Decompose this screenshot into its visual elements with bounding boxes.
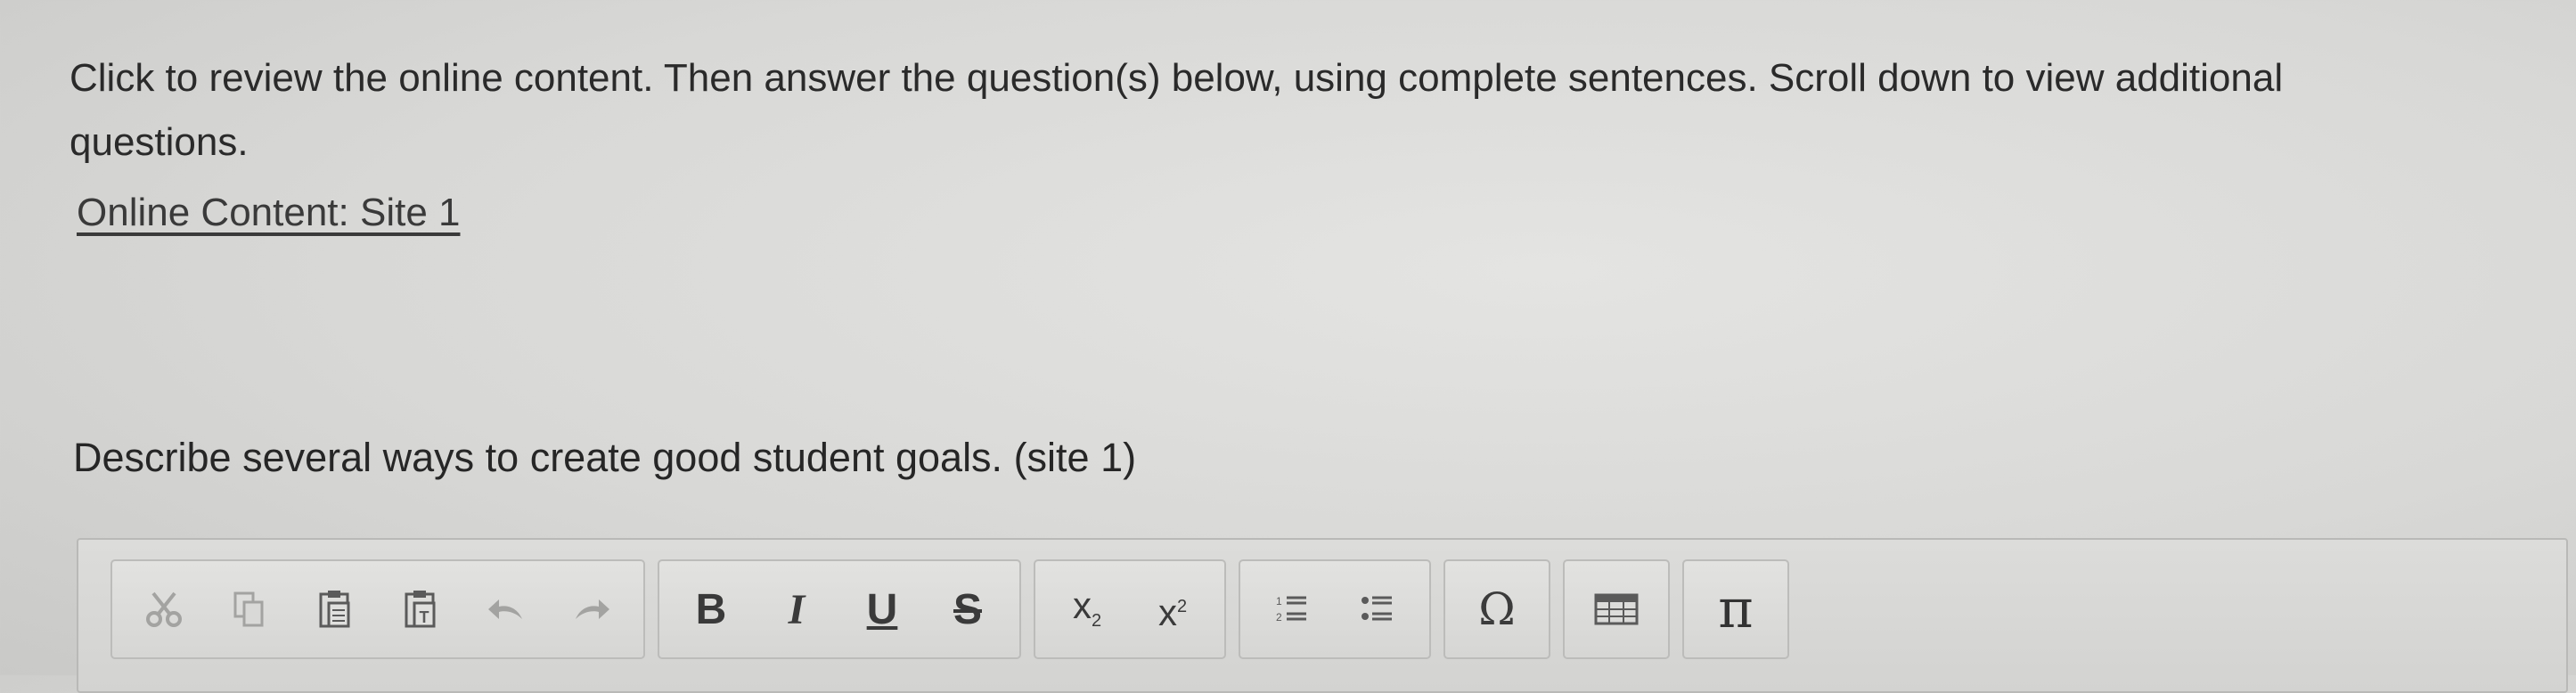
svg-text:2: 2: [1276, 611, 1282, 624]
special-char-group: Ω: [1443, 559, 1550, 659]
cut-button[interactable]: [121, 561, 207, 657]
underline-label: U: [866, 585, 898, 633]
list-group: 1 2: [1239, 559, 1431, 659]
undo-button[interactable]: [463, 561, 549, 657]
special-character-button[interactable]: Ω: [1454, 561, 1540, 657]
question-text: Describe several ways to create good stu…: [73, 435, 1137, 480]
math-group: π: [1682, 559, 1789, 659]
strikethrough-label: S: [953, 585, 982, 633]
rich-text-editor[interactable]: T B I U S x2 x2 1 2 Ω π: [77, 538, 2568, 693]
copy-button[interactable]: [207, 561, 292, 657]
paste-text-button[interactable]: T: [378, 561, 463, 657]
paste-text-icon: T: [405, 591, 436, 628]
insert-table-button[interactable]: [1574, 561, 1659, 657]
subscript-button[interactable]: x2: [1044, 561, 1130, 657]
online-content-link[interactable]: Online Content: Site 1: [77, 191, 460, 235]
svg-text:T: T: [420, 608, 429, 626]
superscript-icon: x2: [1157, 591, 1188, 633]
instructions-line-1: Click to review the online content. Then…: [70, 56, 2284, 100]
italic-label: I: [788, 585, 806, 633]
editor-toolbar: T B I U S x2 x2 1 2 Ω π: [110, 559, 1789, 659]
paste-icon: [319, 591, 350, 628]
redo-icon: [576, 599, 609, 619]
bold-button[interactable]: B: [668, 561, 754, 657]
omega-icon: Ω: [1478, 583, 1516, 635]
superscript-button[interactable]: x2: [1130, 561, 1215, 657]
pi-icon: π: [1718, 578, 1754, 640]
italic-button[interactable]: I: [754, 561, 839, 657]
numbered-list-icon: 1 2: [1276, 595, 1306, 624]
cut-icon: [146, 591, 182, 627]
bulleted-list-button[interactable]: [1335, 561, 1420, 657]
instructions-text: Click to review the online content. Then…: [70, 46, 2529, 175]
numbered-list-button[interactable]: 1 2: [1249, 561, 1335, 657]
table-icon: [1594, 593, 1639, 625]
instructions-line-2: questions.: [70, 120, 249, 164]
formatting-group: B I U S: [658, 559, 1021, 659]
subscript-icon: x2: [1072, 583, 1102, 632]
bold-label: B: [695, 585, 727, 633]
bulleted-list-icon: [1362, 596, 1392, 621]
script-group: x2 x2: [1034, 559, 1226, 659]
paste-button[interactable]: [292, 561, 378, 657]
math-equation-button[interactable]: π: [1693, 561, 1779, 657]
undo-icon: [488, 599, 522, 619]
strikethrough-button[interactable]: S: [925, 561, 1010, 657]
table-group: [1563, 559, 1670, 659]
svg-text:1: 1: [1276, 595, 1282, 607]
underline-button[interactable]: U: [839, 561, 925, 657]
redo-button[interactable]: [549, 561, 634, 657]
copy-icon: [233, 591, 264, 627]
clipboard-group: T: [110, 559, 645, 659]
